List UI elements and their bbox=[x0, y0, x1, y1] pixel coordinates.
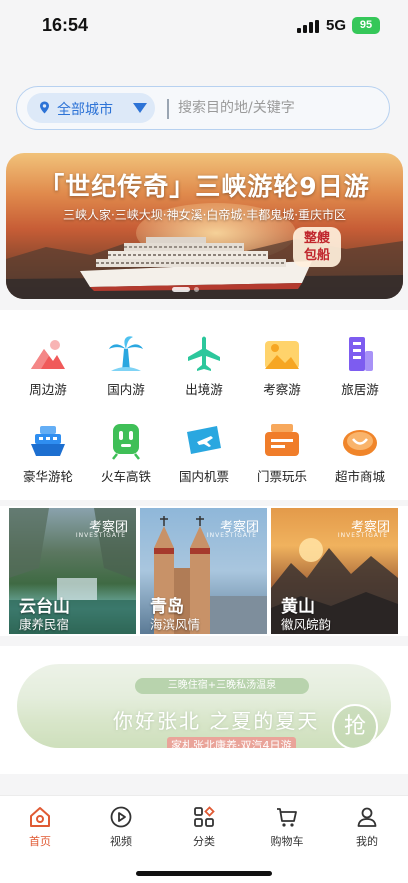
promo-section: 三晚住宿+三晚私汤温泉 你好张北 之夏的夏天 家札张北康养·双汽4日游 抢 bbox=[0, 646, 408, 774]
category-flight-ticket[interactable]: 国内机票 bbox=[165, 422, 243, 492]
category-study-tour[interactable]: 考察游 bbox=[243, 335, 321, 405]
category-label: 超市商城 bbox=[334, 469, 385, 484]
shopping-icon bbox=[343, 430, 377, 456]
airplane-icon bbox=[188, 336, 220, 371]
category-sojourn-tour[interactable]: 旅居游 bbox=[321, 335, 399, 405]
feature-card-qingdao[interactable]: 考察团 INVESTIGATE 青岛 海滨风情 bbox=[140, 508, 267, 634]
category-label: 火车高铁 bbox=[100, 469, 151, 484]
palm-tree-icon bbox=[109, 336, 143, 371]
battery-icon: 95 bbox=[352, 17, 380, 34]
charter-badge-line1: 整艘 bbox=[303, 231, 330, 246]
category-label: 旅居游 bbox=[341, 382, 379, 397]
carousel-indicator-active bbox=[172, 287, 190, 292]
banner-title: 「世纪传奇」三峡游轮9日游 bbox=[39, 172, 370, 201]
city-label: 全部城市 bbox=[57, 102, 113, 118]
feature-card-yuntaishan[interactable]: 考察团 INVESTIGATE 云台山 康养民宿 bbox=[9, 508, 136, 634]
category-label: 考察游 bbox=[263, 382, 301, 397]
promo-headline: 你好张北 之夏的夏天 bbox=[113, 709, 320, 733]
cruise-ship-icon bbox=[31, 426, 65, 456]
ticket-icon bbox=[265, 424, 299, 456]
category-domestic-tour[interactable]: 国内游 bbox=[87, 335, 165, 405]
banner-subtitle: 三峡人家·三峡大坝·神女溪·白帝城·丰都鬼城·重庆市区 bbox=[62, 208, 347, 222]
category-supermarket[interactable]: 超市商城 bbox=[321, 422, 399, 492]
home-indicator bbox=[136, 871, 272, 876]
feature-cards: 考察团 INVESTIGATE 云台山 康养民宿 考察团 INVESTIGATE… bbox=[0, 506, 408, 636]
bottom-tab-bar: 首页 视频 分类 购物车 我的 bbox=[0, 795, 408, 883]
chevron-down-icon bbox=[133, 103, 147, 113]
category-label: 国内游 bbox=[107, 382, 145, 397]
category-cruise[interactable]: 豪华游轮 bbox=[9, 422, 87, 492]
category-label: 门票玩乐 bbox=[256, 469, 307, 484]
building-icon bbox=[349, 337, 373, 371]
city-selector[interactable]: 全部城市 bbox=[27, 93, 155, 123]
search-bar: 全部城市 bbox=[16, 86, 390, 130]
card-tag-sub: INVESTIGATE bbox=[337, 532, 388, 539]
tab-label: 视频 bbox=[110, 835, 132, 848]
tab-category[interactable]: 分类 bbox=[174, 802, 234, 852]
category-nearby-tour[interactable]: 周边游 bbox=[9, 335, 87, 405]
tab-label: 我的 bbox=[356, 835, 378, 848]
feature-card-huangshan[interactable]: 考察团 INVESTIGATE 黄山 徽风皖韵 bbox=[271, 508, 398, 634]
tab-profile[interactable]: 我的 bbox=[337, 802, 397, 852]
home-icon bbox=[30, 807, 50, 827]
grab-button[interactable]: 抢 bbox=[332, 704, 378, 748]
tab-video[interactable]: 视频 bbox=[91, 802, 151, 852]
cellular-signal-icon bbox=[297, 20, 319, 33]
search-divider bbox=[167, 99, 169, 119]
charter-badge-line2: 包船 bbox=[303, 248, 330, 263]
category-label: 出境游 bbox=[185, 382, 223, 397]
promo-banner[interactable]: 「世纪传奇」三峡游轮9日游 三峡人家·三峡大坝·神女溪·白帝城·丰都鬼城·重庆市… bbox=[6, 153, 403, 299]
user-icon bbox=[357, 807, 377, 827]
status-time: 16:54 bbox=[42, 15, 89, 35]
category-outbound-tour[interactable]: 出境游 bbox=[165, 335, 243, 405]
tab-label: 首页 bbox=[29, 835, 51, 848]
category-grid: 周边游 国内游 出境游 考察游 旅居游 豪华游轮 火车高铁 国内机票 门票玩乐 … bbox=[0, 310, 408, 500]
category-grid-icon bbox=[194, 806, 215, 827]
category-label: 国内机票 bbox=[178, 469, 229, 484]
category-train[interactable]: 火车高铁 bbox=[87, 422, 165, 492]
card-subtitle: 康养民宿 bbox=[19, 617, 70, 632]
cart-icon bbox=[277, 808, 297, 827]
landscape-icon bbox=[265, 341, 299, 369]
promo-subline: 家札张北康养·双汽4日游 bbox=[167, 737, 296, 748]
promo-top-line: 三晚住宿+三晚私汤温泉 bbox=[135, 678, 309, 694]
tab-cart[interactable]: 购物车 bbox=[257, 802, 317, 852]
card-tag-sub: INVESTIGATE bbox=[206, 532, 257, 539]
zhangbei-promo-banner[interactable]: 三晚住宿+三晚私汤温泉 你好张北 之夏的夏天 家札张北康养·双汽4日游 抢 bbox=[17, 664, 391, 748]
ticket-plane-icon bbox=[187, 426, 221, 454]
tab-home[interactable]: 首页 bbox=[10, 802, 70, 852]
train-icon bbox=[112, 424, 140, 460]
network-type: 5G bbox=[326, 17, 347, 34]
carousel-indicator bbox=[194, 287, 199, 292]
search-input[interactable] bbox=[178, 95, 378, 121]
mountain-icon bbox=[31, 340, 65, 369]
card-tag-sub: INVESTIGATE bbox=[75, 532, 126, 539]
location-pin-icon bbox=[40, 101, 49, 114]
status-bar: 16:54 5G 95 bbox=[0, 0, 408, 56]
card-subtitle: 徽风皖韵 bbox=[281, 617, 332, 632]
charter-badge: 整艘 包船 bbox=[293, 227, 341, 267]
category-label: 豪华游轮 bbox=[22, 469, 73, 484]
card-subtitle: 海滨风情 bbox=[150, 617, 201, 632]
tab-label: 分类 bbox=[193, 835, 215, 848]
cruise-ship-image bbox=[80, 237, 312, 291]
category-attraction-ticket[interactable]: 门票玩乐 bbox=[243, 422, 321, 492]
play-icon bbox=[110, 806, 132, 828]
tab-label: 购物车 bbox=[270, 835, 304, 848]
category-label: 周边游 bbox=[29, 382, 67, 397]
